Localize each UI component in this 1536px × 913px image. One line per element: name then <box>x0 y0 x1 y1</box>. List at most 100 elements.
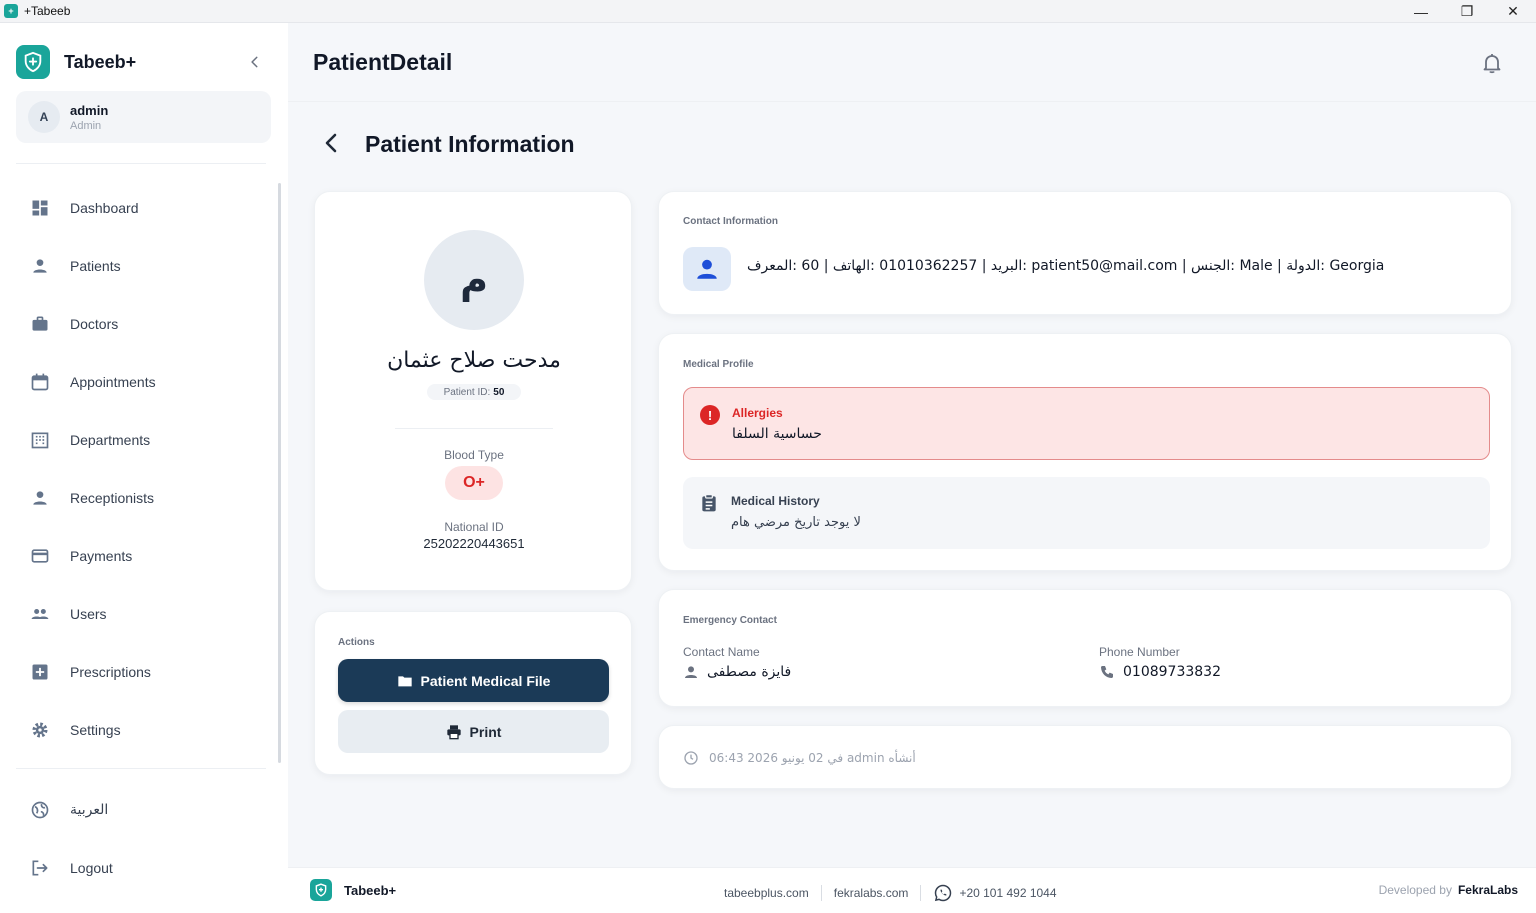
divider <box>820 885 822 901</box>
medical-profile-card: Medical Profile ! Allergies حساسية السلف… <box>658 333 1512 571</box>
users-icon <box>20 594 60 634</box>
section-title: Patient Information <box>365 131 575 157</box>
user-card[interactable]: A admin Admin <box>16 91 271 143</box>
back-button[interactable] <box>320 131 344 155</box>
page-title: PatientDetail <box>313 49 453 75</box>
emergency-contact-label: Emergency Contact <box>683 615 777 626</box>
sidebar-item-label: Doctors <box>70 316 119 332</box>
sidebar-item-label: Departments <box>70 432 151 448</box>
allergies-value: حساسية السلفا <box>732 426 822 442</box>
patient-avatar: م <box>424 230 524 330</box>
printer-icon <box>446 724 462 740</box>
phone-number-field: 01089733832 <box>1099 664 1221 680</box>
dashboard-icon <box>20 188 60 228</box>
footer: Tabeeb+ tabeebplus.com fekralabs.com +20… <box>288 867 1536 913</box>
language-switch[interactable]: العربية <box>0 781 288 839</box>
blood-type-badge: O+ <box>445 466 503 500</box>
sidebar-item-doctors[interactable]: Doctors <box>0 295 288 353</box>
phone-number-value: 01089733832 <box>1123 664 1221 680</box>
restore-button[interactable]: ❐ <box>1444 0 1490 23</box>
sidebar-item-prescriptions[interactable]: Prescriptions <box>0 643 288 701</box>
sidebar-item-users[interactable]: Users <box>0 585 288 643</box>
divider <box>16 768 266 769</box>
patient-medical-file-button[interactable]: Patient Medical File <box>338 659 609 702</box>
sidebar-item-receptionists[interactable]: Receptionists <box>0 469 288 527</box>
sidebar-item-payments[interactable]: Payments <box>0 527 288 585</box>
chevron-left-icon <box>251 56 258 68</box>
sidebar-item-label: Logout <box>70 860 113 876</box>
sidebar-item-label: Patients <box>70 258 121 274</box>
allergies-box: ! Allergies حساسية السلفا <box>683 387 1490 460</box>
national-id-value: 25202220443651 <box>423 536 525 551</box>
sidebar: Tabeeb+ A admin Admin Dashboard Patients <box>0 23 288 913</box>
print-button[interactable]: Print <box>338 710 609 753</box>
sidebar-item-departments[interactable]: Departments <box>0 411 288 469</box>
medical-history-box: Medical History لا يوجد تاريخ مرضي هام <box>683 477 1490 549</box>
sidebar-nav: Dashboard Patients Doctors Appointments … <box>0 179 288 759</box>
bell-icon <box>1483 54 1501 74</box>
header-divider <box>288 101 1536 102</box>
logout-button[interactable]: Logout <box>0 839 288 897</box>
footer-phone: +20 101 492 1044 <box>959 886 1057 900</box>
footer-brand-name: Tabeeb+ <box>344 882 397 898</box>
sidebar-item-dashboard[interactable]: Dashboard <box>0 179 288 237</box>
app-icon: + <box>4 4 18 18</box>
footer-dev-label: Developed by <box>1378 883 1452 897</box>
clipboard-icon <box>699 493 719 513</box>
sidebar-item-label: Payments <box>70 548 133 564</box>
folder-icon <box>397 673 413 689</box>
created-info: في 02 يونيو 2026 06:43 admin أنشأه <box>683 750 916 766</box>
logout-icon <box>20 848 60 888</box>
avatar: A <box>28 101 60 133</box>
credit-card-icon <box>20 536 60 576</box>
contact-info-card: Contact Information البريد | 01010362257… <box>658 191 1512 315</box>
sidebar-item-patients[interactable]: Patients <box>0 237 288 295</box>
sidebar-scrollbar[interactable] <box>278 183 281 763</box>
sidebar-item-label: Appointments <box>70 374 156 390</box>
person-icon <box>20 478 60 518</box>
sidebar-item-label: Receptionists <box>70 490 155 506</box>
sidebar-item-settings[interactable]: Settings <box>0 701 288 759</box>
sidebar-item-appointments[interactable]: Appointments <box>0 353 288 411</box>
blood-type-label: Blood Type <box>444 448 504 462</box>
person-icon <box>683 664 699 680</box>
building-icon <box>20 420 60 460</box>
collapse-sidebar-button[interactable] <box>244 51 266 73</box>
contact-person-icon <box>683 247 731 291</box>
national-id-label: National ID <box>444 520 504 534</box>
close-window-button[interactable]: ✕ <box>1490 0 1536 23</box>
contact-info-label: Contact Information <box>683 216 778 227</box>
medical-history-title: Medical History <box>731 494 820 508</box>
plus-box-icon <box>20 652 60 692</box>
notifications-button[interactable] <box>1480 51 1504 75</box>
footer-dev-name[interactable]: FekraLabs <box>1458 883 1518 897</box>
footer-link-tabeebplus[interactable]: tabeebplus.com <box>724 886 809 900</box>
phone-number-label: Phone Number <box>1099 645 1180 659</box>
person-icon <box>20 246 60 286</box>
sidebar-item-label: Dashboard <box>70 200 139 216</box>
footer-link-fekralabs[interactable]: fekralabs.com <box>834 886 909 900</box>
contact-name-label: Contact Name <box>683 645 760 659</box>
user-role: Admin <box>70 119 102 132</box>
patient-id-badge: Patient ID: 50 <box>427 384 521 400</box>
minimize-button[interactable]: — <box>1398 0 1444 23</box>
patient-id-value: 50 <box>493 386 505 398</box>
allergies-title: Allergies <box>732 406 783 420</box>
phone-icon <box>1099 664 1115 680</box>
sidebar-item-label: Users <box>70 606 107 622</box>
globe-icon <box>20 790 60 830</box>
brand: Tabeeb+ <box>16 45 136 79</box>
patient-id-label: Patient ID: <box>443 386 491 398</box>
patient-medical-file-label: Patient Medical File <box>420 672 551 689</box>
footer-whatsapp[interactable]: +20 101 492 1044 <box>933 883 1057 903</box>
contact-name-field: فايزة مصطفى <box>683 664 791 680</box>
footer-brand: Tabeeb+ <box>310 879 396 901</box>
patient-name: مدحت صلاح عثمان <box>387 348 561 373</box>
contact-name-value: فايزة مصطفى <box>707 664 792 680</box>
main-content: PatientDetail Patient Information م مدحت… <box>288 23 1536 913</box>
alert-icon: ! <box>700 405 720 425</box>
arrow-back-icon <box>325 133 337 153</box>
actions-card: Actions Patient Medical File Print <box>314 611 632 775</box>
created-info-text: في 02 يونيو 2026 06:43 admin أنشأه <box>709 751 916 765</box>
briefcase-icon <box>20 304 60 344</box>
